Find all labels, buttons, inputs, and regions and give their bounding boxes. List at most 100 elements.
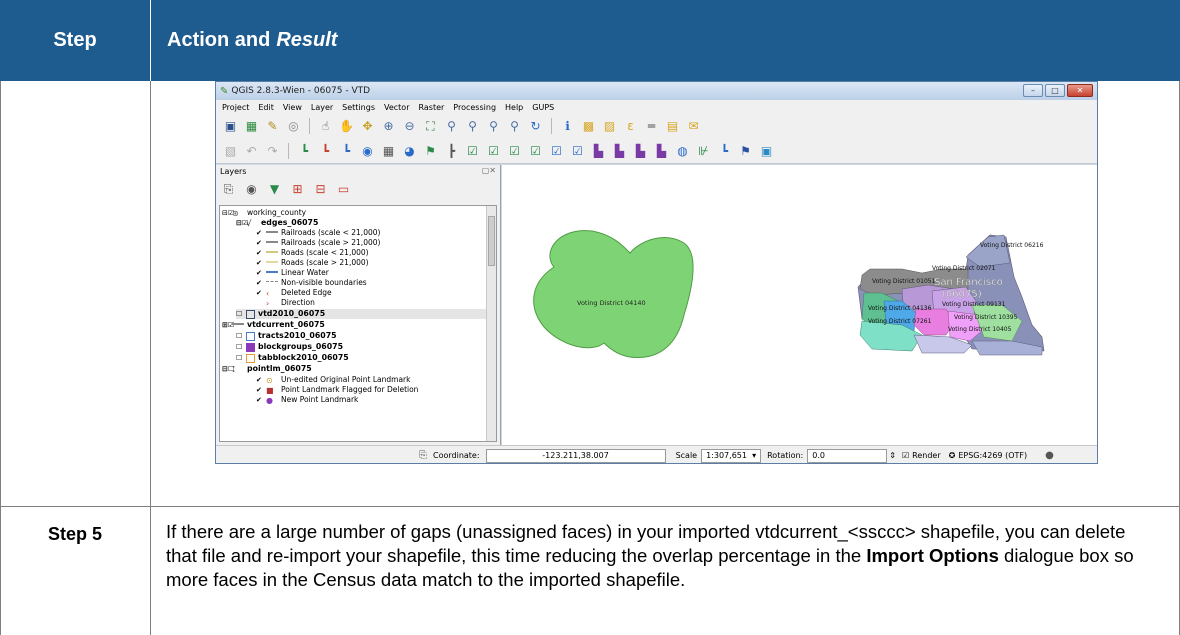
- tree-item[interactable]: ⊟☑ ⊛ working_county: [222, 208, 306, 218]
- tool-icon[interactable]: ┣: [443, 142, 460, 159]
- close-button[interactable]: ✕: [1067, 84, 1093, 97]
- tool-icon[interactable]: ▙: [653, 142, 670, 159]
- tree-item[interactable]: ⊟☑ √ edges_06075: [236, 218, 318, 228]
- tool-icon[interactable]: ┗: [338, 142, 355, 159]
- edit-disabled-icon[interactable]: ▧: [222, 142, 239, 159]
- flag-icon[interactable]: ⚑: [737, 142, 754, 159]
- menu-help[interactable]: Help: [505, 103, 523, 112]
- refresh-icon[interactable]: ↻: [527, 118, 544, 135]
- minimize-button[interactable]: –: [1023, 84, 1043, 97]
- menu-settings[interactable]: Settings: [342, 103, 375, 112]
- tip-icon[interactable]: ✉: [685, 118, 702, 135]
- expand-icon[interactable]: ⊞: [289, 181, 306, 198]
- tree-item[interactable]: ⊟☐ ⁚ pointlm_06075: [222, 364, 312, 374]
- undo-icon[interactable]: ↶: [243, 142, 260, 159]
- panel-close-icon[interactable]: ▢✕: [482, 166, 496, 175]
- epsg-label[interactable]: EPSG:4269 (OTF): [958, 451, 1027, 460]
- redo-icon[interactable]: ↷: [264, 142, 281, 159]
- tree-item[interactable]: ☐ tracts2010_06075: [236, 331, 337, 341]
- annotation-icon[interactable]: ▤: [664, 118, 681, 135]
- add-group-icon[interactable]: ⎘: [220, 181, 237, 198]
- zoom-layer-icon[interactable]: ⚲: [464, 118, 481, 135]
- touch-icon[interactable]: ☝: [317, 118, 334, 135]
- messages-icon[interactable]: ⎘: [419, 450, 427, 461]
- tool-icon[interactable]: ┗: [296, 142, 313, 159]
- tree-item[interactable]: ✔ Non-visible boundaries: [256, 278, 367, 288]
- tool-icon[interactable]: ▙: [590, 142, 607, 159]
- menu-project[interactable]: Project: [222, 103, 249, 112]
- tool-icon[interactable]: ▙: [632, 142, 649, 159]
- menu-edit[interactable]: Edit: [258, 103, 274, 112]
- menu-view[interactable]: View: [283, 103, 302, 112]
- measure-icon[interactable]: ═: [643, 118, 660, 135]
- brush-icon[interactable]: ✎: [264, 118, 281, 135]
- coordinate-field[interactable]: -123.211,38.007: [485, 448, 666, 463]
- tree-item[interactable]: ✔ ● New Point Landmark: [256, 395, 358, 405]
- zoom-next-icon[interactable]: ⚲: [506, 118, 523, 135]
- menu-layer[interactable]: Layer: [311, 103, 333, 112]
- check-icon[interactable]: ☑: [548, 142, 565, 159]
- filter-icon[interactable]: ▼: [266, 181, 283, 198]
- expression-icon[interactable]: ε: [622, 118, 639, 135]
- rotation-field[interactable]: 0.0: [807, 448, 888, 463]
- tree-item[interactable]: ⊞☑ vtdcurrent_06075: [222, 320, 325, 330]
- select-icon[interactable]: ▩: [580, 118, 597, 135]
- zoom-full-icon[interactable]: ⛶: [422, 118, 439, 135]
- deselect-icon[interactable]: ▨: [601, 118, 618, 135]
- tree-item[interactable]: ✔ ⊙ Un-edited Original Point Landmark: [256, 375, 410, 385]
- menu-vector[interactable]: Vector: [384, 103, 410, 112]
- tree-item[interactable]: ✔ Railroads (scale < 21,000): [256, 228, 380, 238]
- tool-icon[interactable]: ┗: [716, 142, 733, 159]
- identify-icon[interactable]: ℹ: [559, 118, 576, 135]
- tool-icon[interactable]: ⊮: [695, 142, 712, 159]
- scale-select[interactable]: 1:307,651 ▾: [701, 448, 762, 463]
- zoom-out-icon[interactable]: ⊖: [401, 118, 418, 135]
- tree-item[interactable]: ✔ ‹ Deleted Edge: [256, 288, 332, 298]
- scrollbar-thumb[interactable]: [488, 216, 495, 266]
- tool-icon[interactable]: ┗: [317, 142, 334, 159]
- tree-item[interactable]: ✔ Roads (scale > 21,000): [256, 258, 369, 268]
- refresh-small-icon[interactable]: ◎: [285, 118, 302, 135]
- tool-icon[interactable]: ▙: [611, 142, 628, 159]
- log-messages-icon[interactable]: ●: [1045, 450, 1054, 461]
- check-icon[interactable]: ☑: [485, 142, 502, 159]
- maximize-button[interactable]: □: [1045, 84, 1065, 97]
- map-icon[interactable]: ▣: [758, 142, 775, 159]
- map-canvas[interactable]: Voting District 04140 Voting District 06…: [502, 165, 1097, 445]
- check-icon[interactable]: ☑: [464, 142, 481, 159]
- zoom-last-icon[interactable]: ⚲: [485, 118, 502, 135]
- menu-processing[interactable]: Processing: [453, 103, 496, 112]
- collapse-icon[interactable]: ⊟: [312, 181, 329, 198]
- save-icon[interactable]: ▣: [222, 118, 239, 135]
- render-checkbox[interactable]: ☑: [902, 451, 909, 460]
- tool-icon[interactable]: ◕: [401, 142, 418, 159]
- tree-item[interactable]: ✔ Linear Water: [256, 268, 329, 278]
- crs-icon[interactable]: ✪: [949, 451, 956, 460]
- menu-raster[interactable]: Raster: [418, 103, 444, 112]
- check-icon[interactable]: ☑: [506, 142, 523, 159]
- tool-icon[interactable]: ◉: [359, 142, 376, 159]
- check-icon[interactable]: ☑: [527, 142, 544, 159]
- layer-tree[interactable]: ⊟☑ ⊛ working_county ⊟☑ √ edges_06075 ✔ Railro…: [219, 205, 497, 442]
- tool-icon[interactable]: ⚑: [422, 142, 439, 159]
- tree-item[interactable]: ☐ tabblock2010_06075: [236, 353, 349, 363]
- tree-item[interactable]: ✔ Railroads (scale > 21,000): [256, 238, 380, 248]
- data-icon[interactable]: ▦: [243, 118, 260, 135]
- tree-item[interactable]: ✔ Roads (scale < 21,000): [256, 248, 369, 258]
- pan-icon[interactable]: ✋: [338, 118, 355, 135]
- tree-item[interactable]: ☐ vtd2010_06075: [236, 309, 494, 319]
- visibility-icon[interactable]: ◉: [243, 181, 260, 198]
- remove-layer-icon[interactable]: ▭: [335, 181, 352, 198]
- pan-selection-icon[interactable]: ✥: [359, 118, 376, 135]
- check-icon[interactable]: ☑: [569, 142, 586, 159]
- tree-item[interactable]: ☐ blockgroups_06075: [236, 342, 343, 352]
- tree-scrollbar[interactable]: [486, 206, 496, 441]
- table-icon[interactable]: ▦: [380, 142, 397, 159]
- tree-item[interactable]: ✔ ■ Point Landmark Flagged for Deletion: [256, 385, 418, 395]
- tree-item[interactable]: › Direction: [256, 298, 315, 308]
- zoom-in-icon[interactable]: ⊕: [380, 118, 397, 135]
- menu-gups[interactable]: GUPS: [532, 103, 554, 112]
- spinner-icon[interactable]: ⇕: [889, 451, 896, 460]
- zoom-selection-icon[interactable]: ⚲: [443, 118, 460, 135]
- globe-icon[interactable]: ◍: [674, 142, 691, 159]
